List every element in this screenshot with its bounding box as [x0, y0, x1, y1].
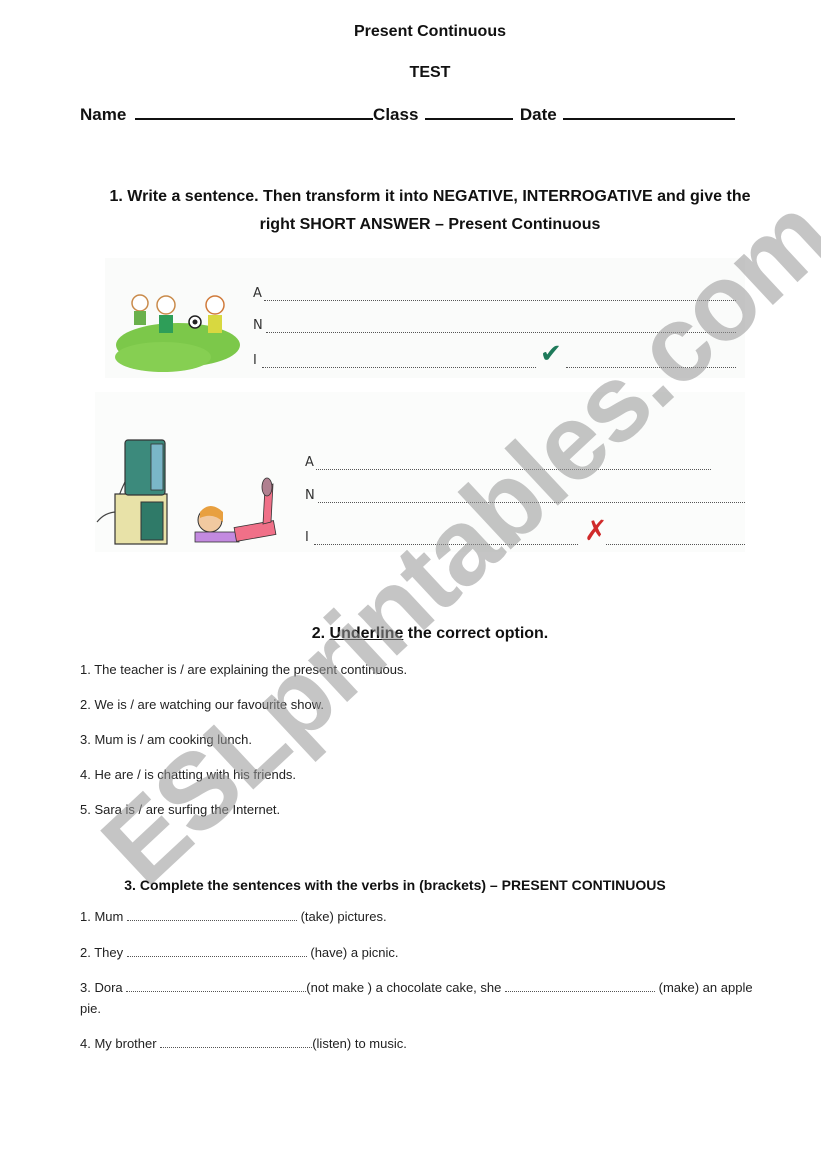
exercise-2-heading: 2. Underline the correct option. — [0, 620, 821, 648]
affirmative-label-2: A — [305, 455, 314, 470]
sentence-end: (listen) to music. — [312, 1036, 407, 1051]
exercise-2-underline-word: Underline — [329, 625, 404, 642]
date-label: Date — [519, 105, 557, 124]
sentence-end: (make) an apple — [658, 980, 753, 995]
negative-answer-line-1[interactable] — [266, 322, 736, 333]
short-answer-line-1[interactable] — [566, 357, 736, 368]
exercise-3-item: 4. My brother (listen) to music. — [80, 1036, 407, 1051]
class-label: Class — [373, 105, 419, 124]
date-field[interactable] — [563, 104, 736, 120]
exercise-3-item: 3. Dora (not make ) a chocolate cake, sh… — [80, 980, 753, 995]
interrogative-label: I — [253, 353, 257, 368]
interrogative-answer-line-1[interactable] — [262, 357, 536, 368]
affirmative-answer-line-2[interactable] — [316, 459, 711, 470]
name-field[interactable] — [135, 104, 374, 120]
sentence-start: 3. Dora — [80, 980, 123, 995]
negative-answer-line-2[interactable] — [318, 492, 745, 503]
exercise-2-item[interactable]: 4. He are / is chatting with his friends… — [80, 767, 296, 782]
affirmative-label: A — [253, 286, 262, 301]
worksheet-subtitle: TEST — [409, 64, 451, 81]
exercise-2-heading-rest: the correct option. — [407, 625, 549, 642]
children-playing-football-picture — [115, 294, 240, 372]
negative-label: N — [253, 318, 263, 333]
verb-blank-2[interactable] — [505, 981, 655, 992]
exercise-1-heading-line2: right SHORT ANSWER – Present Continuous — [259, 216, 601, 233]
verb-blank[interactable] — [126, 946, 307, 957]
exercise-2-item[interactable]: 2. We is / are watching our favourite sh… — [80, 697, 324, 712]
worksheet-title: Present Continuous — [353, 23, 506, 40]
verb-blank[interactable] — [126, 910, 297, 921]
exercise-2-number: 2. — [311, 625, 326, 642]
short-answer-line-2[interactable] — [606, 534, 745, 545]
child-2 — [156, 295, 176, 315]
negative-label-2: N — [305, 488, 315, 503]
exercise-1-heading: 1. Write a sentence. Then transform it i… — [70, 183, 790, 239]
exercise-1-heading-line1: 1. Write a sentence. Then transform it i… — [109, 188, 751, 205]
verb-blank[interactable] — [160, 1037, 313, 1048]
verb-blank[interactable] — [126, 981, 307, 992]
exercise-3-item: 2. They (have) a picnic. — [80, 945, 399, 960]
sentence-start: 4. My brother — [80, 1036, 157, 1051]
exercise-3-item: 1. Mum (take) pictures. — [80, 909, 387, 924]
girl-watching-tv-picture — [96, 439, 277, 545]
exercise-2-item[interactable]: 3. Mum is / am cooking lunch. — [80, 732, 252, 747]
interrogative-label-2: I — [305, 530, 309, 545]
affirmative-answer-line-1[interactable] — [264, 290, 736, 301]
exercise-2-item[interactable]: 1. The teacher is / are explaining the p… — [80, 662, 407, 677]
sentence-end: (take) pictures. — [300, 909, 387, 924]
exercise-3-item-wrap: pie. — [80, 1001, 101, 1016]
name-label: Name — [80, 105, 127, 124]
sentence-start: 2. They — [80, 945, 124, 960]
cross-icon: ✗ — [584, 514, 608, 547]
child-1 — [131, 294, 149, 312]
sentence-start: 1. Mum — [80, 909, 124, 924]
check-icon: ✔ — [540, 338, 562, 368]
child-3 — [205, 295, 225, 315]
student-info-row: Name Class Date — [80, 104, 736, 125]
exercise-2-item[interactable]: 5. Sara is / are surfing the Internet. — [80, 802, 280, 817]
exercise-3-heading: 3. Complete the sentences with the verbs… — [124, 877, 666, 893]
sentence-middle: (not make ) a chocolate cake, she — [306, 980, 502, 995]
class-field[interactable] — [425, 104, 514, 120]
sentence-end: (have) a picnic. — [310, 945, 399, 960]
interrogative-answer-line-2[interactable] — [314, 534, 578, 545]
